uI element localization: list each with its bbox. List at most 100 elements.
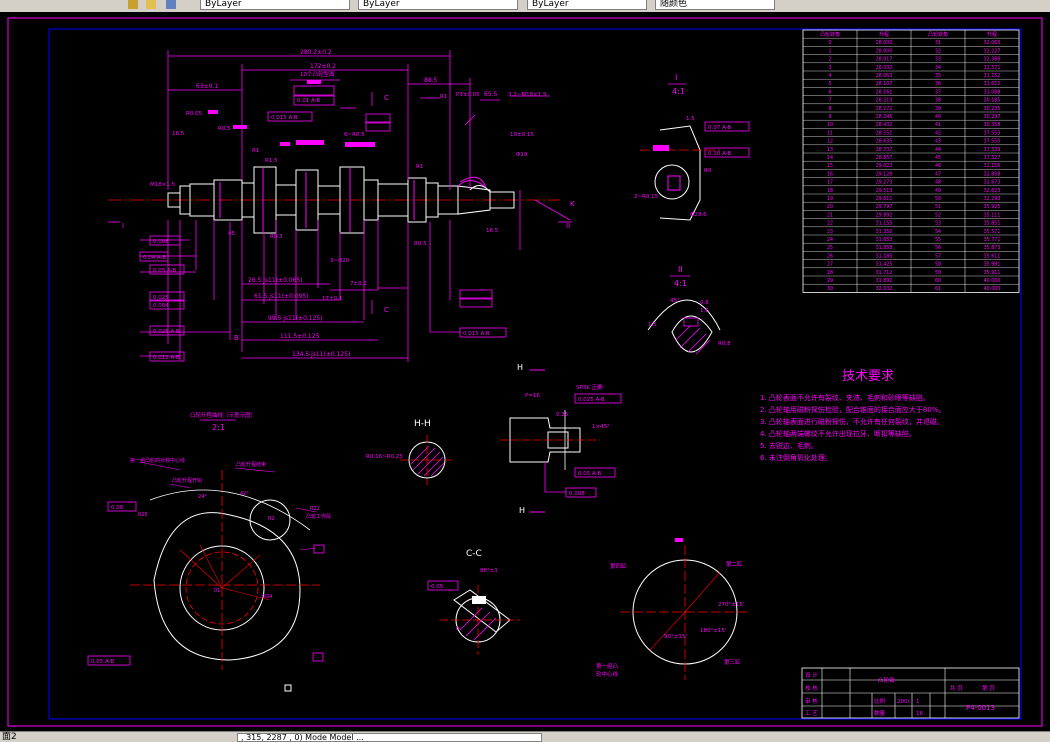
svg-text:5. 去锐边、毛刺。: 5. 去锐边、毛刺。 bbox=[760, 441, 818, 450]
svg-text:第三缸: 第三缸 bbox=[724, 658, 741, 666]
cam-lift-table: 凸轮转角 升程 凸轮转角 升程0 28.000 31 32.0631 28.000 32 32.2… bbox=[802, 29, 1020, 293]
svg-text:0.015 A-B: 0.015 A-B bbox=[271, 115, 298, 121]
svg-text:10±0.15: 10±0.15 bbox=[510, 132, 534, 138]
dim-88: 88.5 bbox=[424, 77, 438, 84]
table-cell: 32.032 bbox=[876, 286, 893, 292]
table-cell: 19 bbox=[827, 196, 833, 202]
svg-text:1.5: 1.5 bbox=[648, 322, 657, 328]
svg-text:SP3K 正确: SP3K 正确 bbox=[576, 383, 603, 391]
svg-text:2. 凸轮轴用磁粉探伤检验，配合锥面的接合面应大于80%: 2. 凸轮轴用磁粉探伤检验，配合锥面的接合面应大于80%。 bbox=[760, 405, 945, 414]
table-cell: 57 bbox=[935, 253, 941, 259]
table-cell: 28.635 bbox=[876, 139, 893, 145]
table-cell: 27 bbox=[827, 262, 833, 268]
svg-text:R0.5: R0.5 bbox=[218, 126, 231, 132]
table-cell: 31 bbox=[935, 40, 941, 46]
svg-text:1: 1 bbox=[916, 699, 920, 705]
table-cell: 51 bbox=[935, 204, 941, 210]
dim-61-5: 61.5 js11(±0.095) bbox=[254, 293, 309, 300]
table-cell: 0 bbox=[828, 40, 831, 46]
svg-text:0.08: 0.08 bbox=[111, 505, 124, 511]
table-cell: 32.063 bbox=[984, 40, 1001, 46]
svg-text:M18×1.5: M18×1.5 bbox=[150, 182, 176, 188]
table-cell: 58 bbox=[935, 262, 941, 268]
detail-view-I: I 4:1 0.07 A-B 0.10 A-B 2~R0.15 Φ29.6 1.… bbox=[634, 73, 750, 221]
table-cell: 29.513 bbox=[876, 188, 893, 194]
table-cell: 53 bbox=[935, 221, 941, 227]
table-cell: 31.155 bbox=[876, 221, 893, 227]
table-cell: 29.273 bbox=[876, 180, 893, 186]
table-cell: 31.089 bbox=[984, 89, 1001, 95]
table-cell: 31.858 bbox=[876, 245, 893, 251]
table-cell: 30 bbox=[827, 286, 833, 292]
svg-text:0.10 A-B: 0.10 A-B bbox=[708, 151, 731, 157]
table-cell: 31.892 bbox=[876, 278, 893, 284]
table-cell: 56 bbox=[935, 245, 941, 251]
svg-text:2:1: 2:1 bbox=[212, 423, 225, 432]
table-cell: 32 bbox=[935, 48, 941, 54]
svg-text:180°±15': 180°±15' bbox=[700, 628, 726, 634]
layer-manager-icon[interactable] bbox=[166, 0, 176, 9]
plotstyle-combo[interactable]: 随颜色 bbox=[655, 0, 775, 10]
svg-text:工 艺: 工 艺 bbox=[805, 710, 818, 717]
dim-63: 63±0.1 bbox=[196, 83, 218, 90]
table-cell: 40.000 bbox=[984, 278, 1001, 284]
svg-text:1.5: 1.5 bbox=[700, 308, 709, 314]
svg-text:10个凸轮型面: 10个凸轮型面 bbox=[300, 70, 335, 78]
svg-text:1. 凸轮表面不允许有裂纹、夹渣、毛刺和砂眼等缺陷。: 1. 凸轮表面不允许有裂纹、夹渣、毛刺和砂眼等缺陷。 bbox=[760, 393, 930, 402]
table-header-cell: 升程 bbox=[879, 31, 889, 38]
svg-text:C: C bbox=[384, 94, 389, 102]
table-cell: 28.210 bbox=[876, 98, 893, 104]
svg-text:H: H bbox=[519, 506, 525, 515]
svg-text:R1.5: R1.5 bbox=[265, 158, 278, 164]
svg-text:凸轮升程结束: 凸轮升程结束 bbox=[236, 461, 266, 468]
table-cell: 15 bbox=[827, 163, 833, 169]
table-cell: 44 bbox=[935, 147, 941, 153]
table-cell: 29.992 bbox=[876, 212, 893, 218]
table-cell: 30.235 bbox=[984, 106, 1001, 112]
svg-text:6. 未注倒角氧化处理。: 6. 未注倒角氧化处理。 bbox=[760, 453, 832, 462]
table-cell: 40.000 bbox=[984, 286, 1001, 292]
table-cell: 20 bbox=[827, 204, 833, 210]
color-combo[interactable]: ByLayer bbox=[200, 0, 350, 10]
table-cell: 37.553 bbox=[984, 130, 1001, 136]
table-cell: 8 bbox=[828, 106, 831, 112]
svg-text:H: H bbox=[517, 363, 523, 372]
table-cell: 37.527 bbox=[984, 155, 1001, 161]
table-cell: 60 bbox=[935, 278, 941, 284]
svg-text:凸轮工作段: 凸轮工作段 bbox=[306, 513, 331, 520]
table-cell: 28.857 bbox=[876, 155, 893, 161]
layer-freeze-icon[interactable] bbox=[146, 0, 156, 9]
svg-text:6~R0.5: 6~R0.5 bbox=[344, 132, 365, 138]
table-cell: 37 bbox=[935, 89, 941, 95]
dim-99-5: 99.5 js11(±0.125) bbox=[268, 315, 323, 322]
svg-text:0.05 A-B: 0.05 A-B bbox=[153, 268, 176, 274]
svg-text:3~Φ20: 3~Φ20 bbox=[330, 258, 350, 264]
table-cell: 26 bbox=[827, 253, 833, 259]
layer-state-icon[interactable] bbox=[128, 0, 138, 9]
table-cell: 32.571 bbox=[984, 65, 1001, 71]
svg-text:16.5: 16.5 bbox=[486, 228, 499, 234]
table-cell: 46 bbox=[935, 163, 941, 169]
linetype-combo[interactable]: ByLayer bbox=[358, 0, 518, 10]
svg-text:01: 01 bbox=[214, 588, 220, 594]
title-block: 设 计 校 核 审 核 工 艺 比例 数量 共 页 第 页 凸轮轴 200r 1… bbox=[801, 667, 1020, 719]
part-name: 凸轮轴 bbox=[878, 676, 895, 684]
table-cell: 35.771 bbox=[984, 237, 1001, 243]
table-cell: 5 bbox=[828, 81, 831, 87]
svg-text:P3±0.05: P3±0.05 bbox=[456, 92, 480, 98]
svg-text:共 页: 共 页 bbox=[950, 684, 963, 692]
table-cell: 43 bbox=[935, 139, 941, 145]
lineweight-combo[interactable]: ByLayer bbox=[527, 0, 647, 10]
table-cell: 30.297 bbox=[984, 114, 1001, 120]
table-cell: 1 bbox=[828, 48, 831, 54]
svg-text:第一组凸轮的对称中心线: 第一组凸轮的对称中心线 bbox=[130, 457, 185, 464]
table-cell: 35.851 bbox=[984, 221, 1001, 227]
drawing-canvas[interactable]: 280.2±0.2 172±0.2 63±0.1 88.5 65.5 26.5 … bbox=[0, 12, 1050, 731]
table-header-cell: 升程 bbox=[987, 31, 997, 38]
table-header-cell: 凸轮转角 bbox=[928, 31, 948, 38]
svg-text:4. 凸轮轴两端螺纹不允许出现拉牙、断扣等缺陷。: 4. 凸轮轴两端螺纹不允许出现拉牙、断扣等缺陷。 bbox=[760, 429, 916, 438]
table-cell: 28.107 bbox=[876, 81, 893, 87]
svg-text:B: B bbox=[234, 334, 239, 342]
svg-text:0.04 A-B: 0.04 A-B bbox=[143, 255, 166, 261]
svg-text:I: I bbox=[122, 222, 124, 230]
